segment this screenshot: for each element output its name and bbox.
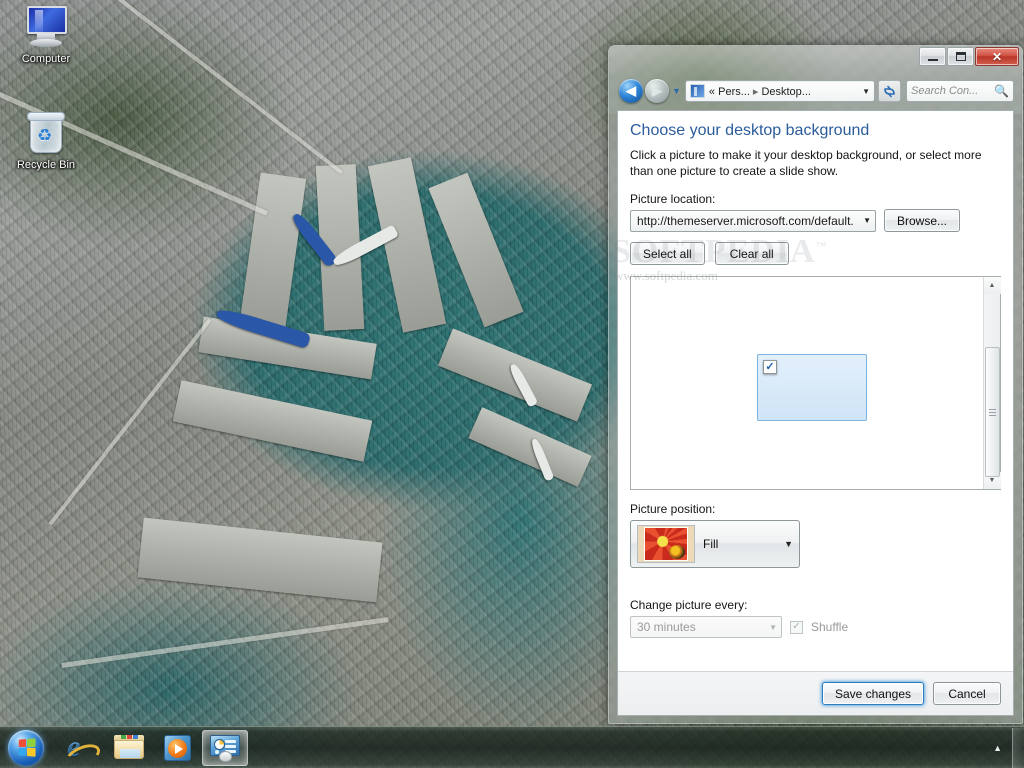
- thumbnail-list: ✓ ▲ ▼: [630, 276, 1001, 490]
- address-bar[interactable]: « Pers... ▸ Desktop... ▼: [684, 80, 875, 102]
- shuffle-label: Shuffle: [811, 620, 849, 634]
- chevron-down-icon[interactable]: ▼: [856, 87, 870, 96]
- minimize-button[interactable]: [919, 47, 946, 66]
- picture-location-row: http://themeserver.microsoft.com/default…: [630, 209, 1001, 232]
- desktop-icon-recycle-bin[interactable]: ♻ Recycle Bin: [8, 112, 84, 172]
- back-button[interactable]: ◀: [619, 79, 643, 103]
- personalization-icon: [689, 84, 705, 98]
- select-all-button[interactable]: Select all: [630, 242, 705, 265]
- refresh-icon: [884, 85, 895, 97]
- change-picture-label: Change picture every:: [630, 598, 748, 612]
- dialog-footer: Save changes Cancel: [618, 671, 1013, 715]
- breadcrumb-separator[interactable]: ▸: [753, 86, 759, 98]
- clear-all-button[interactable]: Clear all: [714, 242, 789, 265]
- picture-position-value: Fill: [703, 537, 719, 551]
- computer-icon: [23, 6, 69, 48]
- taskbar-item-media-player[interactable]: [154, 730, 200, 766]
- shuffle-checkbox[interactable]: ✓: [790, 620, 803, 634]
- taskbar-item-windows-explorer[interactable]: [106, 730, 152, 766]
- browse-button[interactable]: Browse...: [884, 209, 961, 232]
- chevron-down-icon[interactable]: ▼: [761, 623, 777, 632]
- cancel-button[interactable]: Cancel: [933, 682, 1001, 705]
- control-panel-icon: [210, 734, 240, 762]
- selection-buttons: Select all Clear all: [630, 242, 1001, 265]
- window-controls: ✕: [919, 47, 1019, 66]
- taskbar-item-control-panel[interactable]: [202, 729, 248, 766]
- thumbnail-checkbox[interactable]: ✓: [763, 360, 777, 374]
- flower-preview-icon: [637, 525, 695, 563]
- show-desktop-button[interactable]: [1012, 727, 1024, 768]
- interval-select[interactable]: 30 minutes ▼: [630, 616, 782, 638]
- scrollbar-thumb[interactable]: [984, 347, 1000, 478]
- chevron-down-icon[interactable]: ▼: [784, 539, 793, 549]
- change-picture-section: Change picture every: 30 minutes ▼ ✓ Shu…: [630, 598, 1001, 638]
- page-description: Click a picture to make it your desktop …: [630, 148, 982, 178]
- thumbnail-harbour-piers-aerial[interactable]: ✓: [757, 354, 867, 421]
- maximize-button[interactable]: [947, 47, 974, 66]
- change-picture-row: 30 minutes ▼ ✓ Shuffle: [630, 616, 1001, 638]
- notification-area: ▲: [983, 727, 1024, 768]
- thumbnail-stadium-city-block[interactable]: [639, 425, 749, 489]
- media-player-icon: [163, 734, 191, 761]
- taskbar-items: [58, 729, 248, 766]
- breadcrumb-part-2[interactable]: Desktop...: [761, 86, 811, 98]
- scrollbar-track[interactable]: [984, 294, 1001, 478]
- folder-icon: [114, 735, 144, 760]
- chevron-down-icon[interactable]: ▼: [855, 216, 871, 225]
- desktop-icon-computer[interactable]: Computer: [8, 6, 84, 66]
- search-icon: 🔍: [994, 84, 1009, 98]
- page-title: Choose your desktop background: [630, 122, 870, 139]
- search-input[interactable]: Search Con...: [911, 85, 994, 97]
- navigation-bar: ◀ ▶ ▼ « Pers... ▸ Desktop... ▼ Search Con.…: [619, 78, 1014, 104]
- breadcrumb-part-1[interactable]: Pers...: [718, 86, 750, 98]
- picture-location-value: http://themeserver.microsoft.com/default…: [637, 213, 854, 228]
- window-content: Choose your desktop background Click a p…: [617, 110, 1014, 716]
- forward-button: ▶: [645, 79, 669, 103]
- thumbnail-farm-fields-patchwork[interactable]: [757, 283, 867, 350]
- thumbnail-grid[interactable]: ✓: [631, 277, 983, 489]
- taskbar-item-internet-explorer[interactable]: [58, 730, 104, 766]
- picture-location-select[interactable]: http://themeserver.microsoft.com/default…: [630, 209, 876, 232]
- save-changes-button[interactable]: Save changes: [821, 682, 924, 705]
- desktop-icon-label: Recycle Bin: [16, 159, 76, 171]
- interval-value: 30 minutes: [637, 620, 696, 634]
- breadcrumb-chevrons[interactable]: «: [709, 86, 715, 98]
- grip-icon: [988, 408, 996, 416]
- history-dropdown-icon[interactable]: ▼: [672, 86, 681, 96]
- start-button[interactable]: [2, 728, 50, 768]
- scroll-up-button[interactable]: ▲: [983, 277, 1001, 294]
- search-box[interactable]: Search Con... 🔍: [906, 80, 1014, 102]
- internet-explorer-icon: [67, 730, 95, 764]
- start-orb-icon: [8, 729, 44, 766]
- recycle-bin-icon: ♻: [27, 112, 65, 154]
- thumbnail-dark-forest-ridge[interactable]: [639, 354, 749, 421]
- refresh-button[interactable]: [878, 80, 901, 102]
- desktop-icon-label: Computer: [21, 53, 71, 65]
- picture-position-label: Picture position:: [630, 502, 716, 516]
- close-button[interactable]: ✕: [975, 47, 1019, 66]
- breadcrumb: « Pers... ▸ Desktop...: [709, 85, 811, 98]
- picture-position-section: Picture position: Fill ▼: [630, 502, 1001, 568]
- thumbnail-scrollbar[interactable]: ▲ ▼: [983, 277, 1001, 489]
- picture-location-label: Picture location:: [630, 192, 716, 206]
- settings-pane: Choose your desktop background Click a p…: [618, 111, 1013, 671]
- picture-position-select[interactable]: Fill ▼: [630, 520, 800, 568]
- taskbar[interactable]: ▲: [0, 726, 1024, 768]
- show-hidden-icons-button[interactable]: ▲: [983, 743, 1012, 753]
- thumbnail-radial-forest-paths[interactable]: [757, 425, 867, 489]
- personalization-window[interactable]: ✕ ◀ ▶ ▼ « Pers... ▸ Desktop... ▼ Search Co…: [608, 45, 1023, 724]
- thumbnail-coastline-rocky-shore[interactable]: [639, 283, 749, 350]
